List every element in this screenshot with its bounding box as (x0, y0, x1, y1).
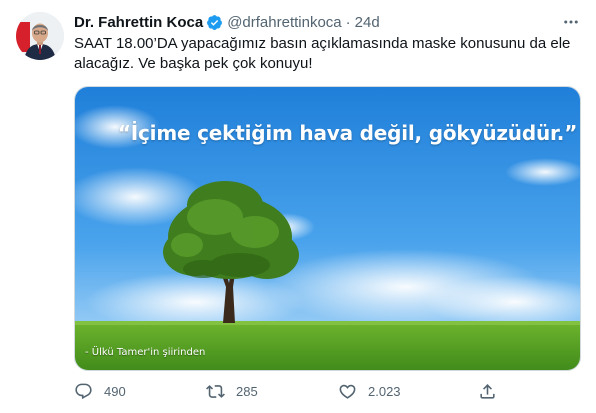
tweet-action-bar: 490 285 2.023 (74, 381, 504, 401)
tweet-text-line: SAAT 18.00’DA yapacağımız basın açıklama… (74, 35, 571, 52)
tweet-header: Dr. Fahrettin Koca @drfahrettinkoca · 24… (74, 12, 380, 32)
tweet-media-image[interactable]: “İçime çektiğim hava değil, gökyüzüdür.”… (74, 86, 581, 371)
reply-count: 490 (104, 383, 126, 399)
share-icon (480, 383, 495, 399)
more-horizontal-icon (564, 20, 578, 24)
like-heart-icon (339, 384, 356, 399)
header-separator: · (345, 13, 351, 31)
tweet-text: SAAT 18.00’DA yapacağımız basın açıklama… (74, 34, 574, 74)
image-quote-text: “İçime çektiğim hava değil, gökyüzüdür.” (117, 121, 578, 145)
retweet-count: 285 (236, 383, 258, 399)
retweet-button[interactable]: 285 (206, 381, 258, 401)
reply-icon (75, 383, 92, 399)
share-button[interactable] (478, 381, 508, 401)
like-count: 2.023 (368, 383, 401, 399)
retweet-icon (206, 384, 225, 398)
avatar-image (16, 12, 64, 60)
more-options-button[interactable] (560, 12, 582, 32)
reply-button[interactable]: 490 (74, 381, 126, 401)
image-caption: - Ülkü Tamer'in şiirinden (85, 347, 206, 358)
tweet[interactable]: Dr. Fahrettin Koca @drfahrettinkoca · 24… (0, 0, 596, 413)
like-button[interactable]: 2.023 (338, 381, 401, 401)
author-display-name[interactable]: Dr. Fahrettin Koca (74, 14, 203, 31)
tweet-timestamp[interactable]: 24d (355, 14, 380, 31)
verified-badge-icon (206, 14, 223, 31)
tweet-text-line: alacağız. Ve başka pek çok konuyu! (74, 55, 313, 72)
author-avatar[interactable] (16, 12, 64, 60)
author-handle[interactable]: @drfahrettinkoca (227, 14, 341, 31)
